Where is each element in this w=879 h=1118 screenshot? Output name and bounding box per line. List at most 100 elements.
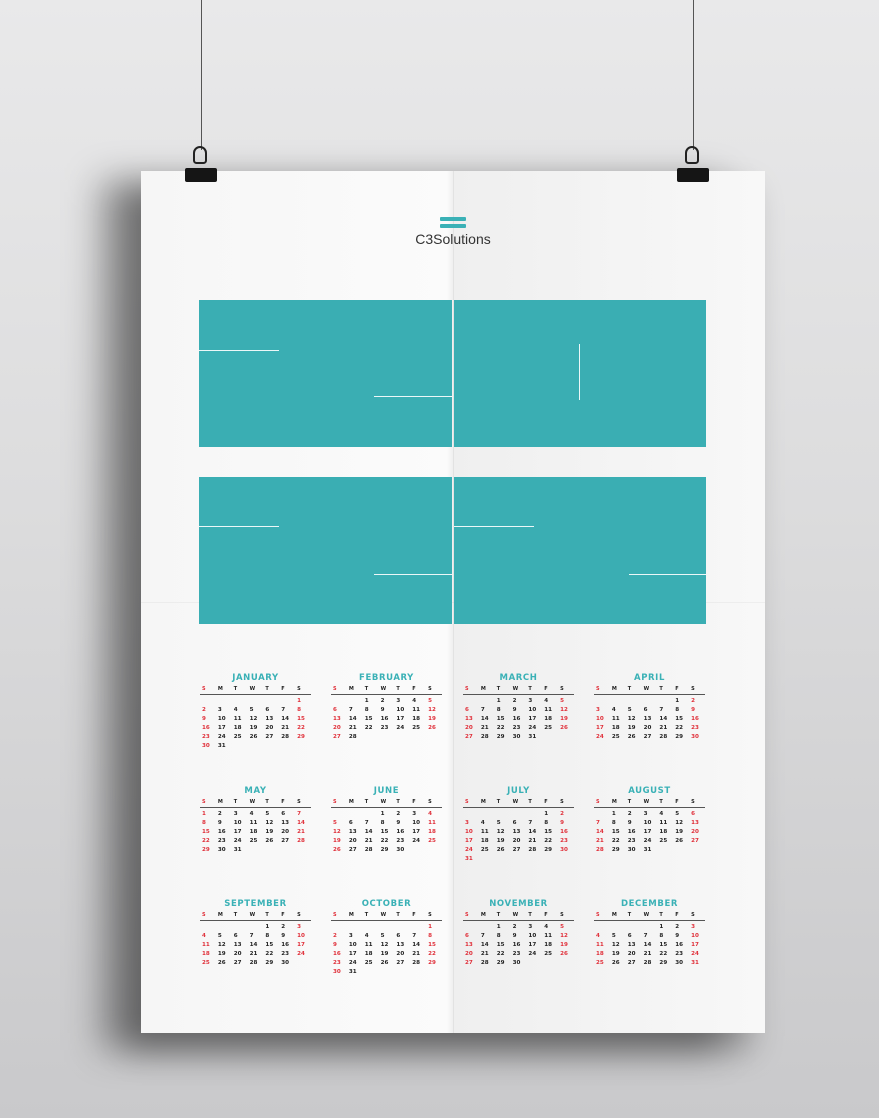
day-cell: 12 [265,820,274,826]
panel-line [374,396,452,397]
empty-cell [610,923,626,932]
day-cell: 7 [480,707,485,713]
month-april: APRIL S M T W T F S 1 2 3 4 5 6 7 8 9 10 11 12 13 14 15 16 17 18 1… [594,673,705,742]
day-grid: S M T W T F S 1 2 3 4 5 6 7 8 9 10 11 12 13 14 15 16 17 18 19 20 21… [594,798,705,855]
day-cell: 28 [480,734,489,740]
day-cell: 8 [544,820,549,826]
day-cell: 17 [643,829,652,835]
day-cell: 21 [297,829,305,835]
day-cell: 20 [396,951,405,957]
empty-cell [479,810,495,819]
month-name: NOVEMBER [489,899,548,909]
month-july: JULY S M T W T F S 1 2 3 4 5 6 7 8 9 10 11 12 13 14 15 16 17 18 19… [463,786,574,864]
day-cell: 27 [348,847,357,853]
month-name: JULY [507,786,530,796]
day-cell: 25 [364,960,373,966]
day-cell: 7 [480,933,485,939]
day-cell: 16 [217,829,226,835]
day-cell: 10 [643,820,652,826]
empty-cell [347,923,363,932]
day-cell: 22 [364,725,373,731]
day-cell: 6 [627,933,632,939]
empty-cell [363,810,379,819]
day-cell: 24 [643,838,652,844]
day-cell: 28 [297,838,305,844]
empty-cell [610,697,626,706]
month-name: DECEMBER [621,899,678,909]
day-cell: 14 [281,716,290,722]
weekday-header: T [496,912,501,918]
day-cell: 19 [217,951,226,957]
day-cell: 29 [380,847,389,853]
weekday-header: T [528,686,532,692]
day-cell: 5 [265,811,270,817]
empty-cell [594,810,610,819]
day-cell: 17 [396,716,405,722]
empty-cell [347,697,363,706]
day-cell: 31 [465,856,473,862]
day-cell: 19 [627,725,636,731]
day-cell: 30 [396,847,405,853]
weekday-header: S [596,799,600,805]
day-cell: 26 [380,960,389,966]
day-cell: 27 [281,838,290,844]
day-cell: 30 [512,960,521,966]
day-cell: 6 [512,820,517,826]
header-divider [200,807,311,808]
month-name: MARCH [499,673,538,683]
day-cell: 4 [596,933,600,939]
day-cell: 18 [544,942,553,948]
day-cell: 21 [528,838,537,844]
weekday-header: M [611,799,617,805]
day-cell: 7 [659,707,664,713]
month-may: MAY S M T W T F S 1 2 3 4 5 6 7 8 9 10 11 12 13 14 15 16 17 18 19 2… [200,786,311,855]
month-august: AUGUST S M T W T F S 1 2 3 4 5 6 7 8 9 10 11 12 13 14 15 16 17 18… [594,786,705,855]
day-cell: 17 [412,829,421,835]
empty-cell [394,923,410,932]
day-cell: 29 [675,734,684,740]
day-cell: 17 [297,942,305,948]
day-cell: 21 [596,838,604,844]
empty-cell [379,923,395,932]
day-cell: 5 [560,698,565,704]
day-cell: 30 [512,734,521,740]
day-cell: 5 [333,820,337,826]
day-cell: 11 [249,820,258,826]
day-cell: 17 [348,951,357,957]
hanging-wire-right [693,0,694,150]
weekday-header: T [659,799,663,805]
day-cell: 18 [364,951,373,957]
day-cell: 28 [596,847,604,853]
day-cell: 17 [465,838,473,844]
empty-cell [331,697,347,706]
day-cell: 20 [465,725,473,731]
day-cell: 18 [233,725,242,731]
day-cell: 3 [643,811,648,817]
weekday-header: W [512,799,519,805]
day-cell: 26 [428,725,436,731]
empty-cell [363,923,379,932]
day-grid: S M T W T F S 1 2 3 4 5 6 7 8 9 10 11 12 13 14 15 16 17 18 19 20 21… [463,685,574,742]
day-cell: 2 [691,698,696,704]
day-cell: 24 [528,725,537,731]
day-cell: 4 [233,707,238,713]
day-cell: 14 [480,716,489,722]
month-name: APRIL [634,673,665,683]
month-june: JUNE S M T W T F S 1 2 3 4 5 6 7 8 9 10 11 12 13 14 15 16 17 18 19… [331,786,442,855]
weekday-header: S [465,799,469,805]
day-cell: 24 [691,951,699,957]
day-cell: 30 [627,847,636,853]
day-cell: 23 [333,960,341,966]
day-cell: 2 [217,811,222,817]
day-cell: 18 [611,725,620,731]
header-divider [594,920,705,921]
day-cell: 29 [544,847,553,853]
day-cell: 2 [512,924,517,930]
day-cell: 8 [675,707,680,713]
month-september: SEPTEMBER S M T W T F S 1 2 3 4 5 6 7 8 9 10 11 12 13 14 15 16 1… [200,899,311,968]
day-cell: 22 [265,951,274,957]
day-cell: 27 [465,734,473,740]
day-cell: 22 [675,725,684,731]
day-cell: 4 [544,698,549,704]
empty-cell [463,923,479,932]
